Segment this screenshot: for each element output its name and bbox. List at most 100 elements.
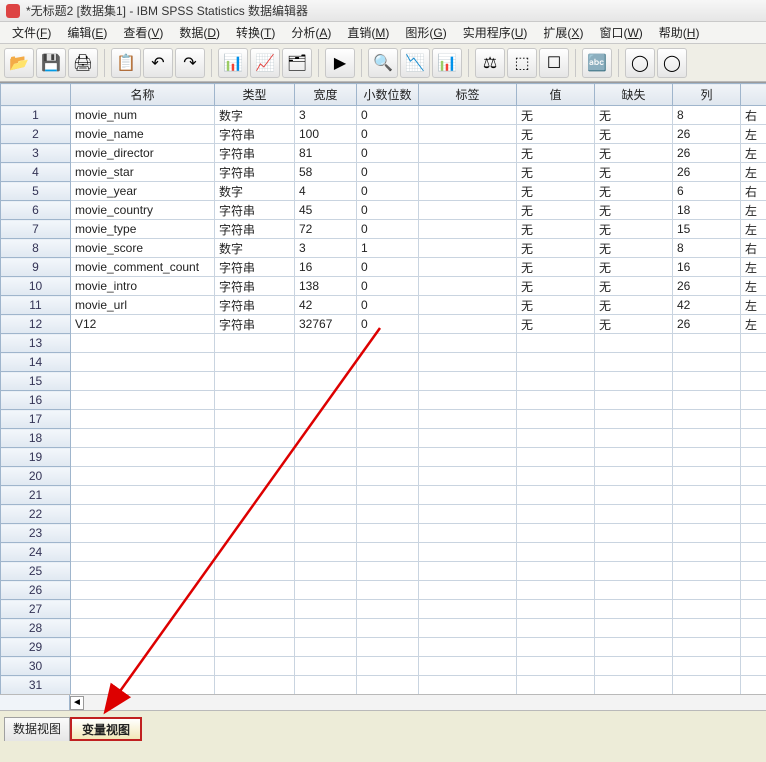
tab-data-view[interactable]: 数据视图 (4, 717, 70, 741)
menu-x[interactable]: 扩展(X) (535, 22, 591, 43)
cell-label[interactable] (419, 144, 517, 163)
cell-miss[interactable]: 无 (595, 201, 673, 220)
cell-empty[interactable] (595, 429, 673, 448)
cell-empty[interactable] (295, 467, 357, 486)
cell-empty[interactable] (71, 353, 215, 372)
row-header[interactable]: 17 (1, 410, 71, 429)
cell-value[interactable]: 无 (517, 125, 595, 144)
cell-empty[interactable] (673, 600, 741, 619)
cell-empty[interactable] (595, 467, 673, 486)
cell-empty[interactable] (215, 524, 295, 543)
run-icon[interactable]: ▶ (325, 48, 355, 78)
table-row-empty[interactable]: 23 (1, 524, 766, 543)
table-row[interactable]: 5movie_year数字40无无6右 (1, 182, 766, 201)
cell-miss[interactable]: 无 (595, 163, 673, 182)
variables-icon[interactable]: 🗂 (282, 48, 312, 78)
table-row-empty[interactable]: 14 (1, 353, 766, 372)
menu-h[interactable]: 帮助(H) (651, 22, 708, 43)
cell-col[interactable]: 15 (673, 220, 741, 239)
col-header-6[interactable]: 缺失 (595, 84, 673, 106)
cell-dec[interactable]: 0 (357, 106, 419, 125)
cell-empty[interactable] (419, 334, 517, 353)
cell-width[interactable]: 3 (295, 239, 357, 258)
cell-empty[interactable] (673, 524, 741, 543)
col-header-4[interactable]: 标签 (419, 84, 517, 106)
cell-empty[interactable] (673, 676, 741, 695)
table-row[interactable]: 12V12字符串327670无无26左 (1, 315, 766, 334)
cell-empty[interactable] (357, 562, 419, 581)
col-header-1[interactable]: 类型 (215, 84, 295, 106)
redo-icon[interactable]: ↷ (175, 48, 205, 78)
cell-empty[interactable] (741, 562, 766, 581)
cell-empty[interactable] (741, 638, 766, 657)
cell-empty[interactable] (595, 543, 673, 562)
cell-align[interactable]: 右 (741, 106, 766, 125)
cell-empty[interactable] (71, 334, 215, 353)
cell-name[interactable]: V12 (71, 315, 215, 334)
cell-miss[interactable]: 无 (595, 220, 673, 239)
cell-empty[interactable] (295, 562, 357, 581)
cell-col[interactable]: 8 (673, 239, 741, 258)
cell-width[interactable]: 16 (295, 258, 357, 277)
cell-empty[interactable] (357, 372, 419, 391)
cell-width[interactable]: 100 (295, 125, 357, 144)
weight-icon[interactable]: ⚖ (475, 48, 505, 78)
cell-empty[interactable] (419, 448, 517, 467)
cell-miss[interactable]: 无 (595, 106, 673, 125)
cell-empty[interactable] (71, 619, 215, 638)
cell-empty[interactable] (741, 391, 766, 410)
cell-empty[interactable] (595, 353, 673, 372)
cell-empty[interactable] (215, 334, 295, 353)
cell-empty[interactable] (419, 467, 517, 486)
cell-miss[interactable]: 无 (595, 239, 673, 258)
chart-icon[interactable]: 📉 (400, 48, 430, 78)
cell-empty[interactable] (419, 486, 517, 505)
cell-label[interactable] (419, 296, 517, 315)
cell-empty[interactable] (741, 581, 766, 600)
cell-empty[interactable] (517, 448, 595, 467)
cell-empty[interactable] (595, 638, 673, 657)
split-icon[interactable]: ⬚ (507, 48, 537, 78)
show-icon[interactable]: ◯ (625, 48, 655, 78)
table-row[interactable]: 1movie_num数字30无无8右 (1, 106, 766, 125)
row-header[interactable]: 31 (1, 676, 71, 695)
cell-empty[interactable] (741, 524, 766, 543)
cell-empty[interactable] (419, 429, 517, 448)
cell-name[interactable]: movie_num (71, 106, 215, 125)
cell-empty[interactable] (419, 600, 517, 619)
cell-miss[interactable]: 无 (595, 315, 673, 334)
cell-dec[interactable]: 0 (357, 125, 419, 144)
menu-t[interactable]: 转换(T) (228, 22, 283, 43)
cell-empty[interactable] (741, 619, 766, 638)
cell-empty[interactable] (673, 334, 741, 353)
cell-empty[interactable] (673, 353, 741, 372)
col-header-0[interactable]: 名称 (71, 84, 215, 106)
cell-empty[interactable] (595, 410, 673, 429)
cell-empty[interactable] (215, 600, 295, 619)
cell-empty[interactable] (357, 410, 419, 429)
row-header[interactable]: 10 (1, 277, 71, 296)
cell-empty[interactable] (215, 353, 295, 372)
menu-m[interactable]: 直销(M) (339, 22, 397, 43)
cell-empty[interactable] (295, 372, 357, 391)
cell-empty[interactable] (295, 619, 357, 638)
cell-empty[interactable] (357, 391, 419, 410)
cell-width[interactable]: 42 (295, 296, 357, 315)
menu-a[interactable]: 分析(A) (283, 22, 339, 43)
cell-label[interactable] (419, 125, 517, 144)
cell-empty[interactable] (357, 543, 419, 562)
cell-empty[interactable] (595, 448, 673, 467)
cell-empty[interactable] (595, 334, 673, 353)
cell-miss[interactable]: 无 (595, 258, 673, 277)
cell-label[interactable] (419, 239, 517, 258)
cell-align[interactable]: 右 (741, 239, 766, 258)
row-header[interactable]: 25 (1, 562, 71, 581)
cell-empty[interactable] (517, 676, 595, 695)
cell-empty[interactable] (673, 410, 741, 429)
goto-case-icon[interactable]: 📊 (218, 48, 248, 78)
cell-name[interactable]: movie_country (71, 201, 215, 220)
cell-empty[interactable] (295, 334, 357, 353)
cell-align[interactable]: 左 (741, 125, 766, 144)
cell-type[interactable]: 数字 (215, 106, 295, 125)
cell-dec[interactable]: 0 (357, 163, 419, 182)
